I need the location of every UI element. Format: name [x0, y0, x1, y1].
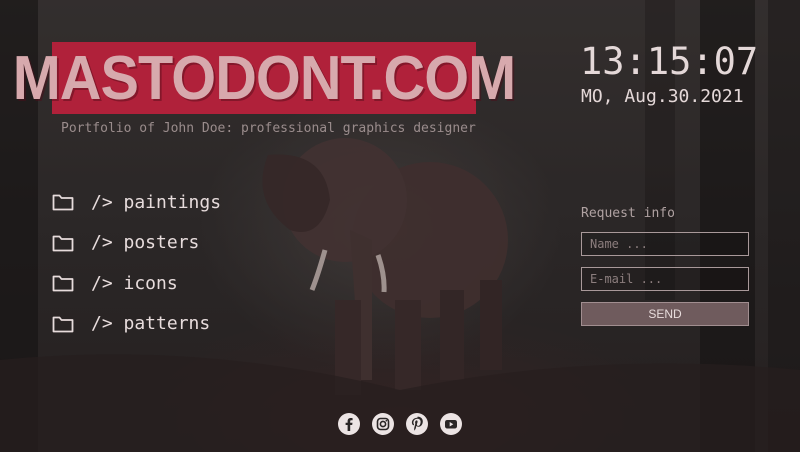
site-subtitle: Portfolio of John Doe: professional grap… — [61, 121, 476, 136]
youtube-icon[interactable] — [440, 413, 462, 435]
category-menu: /> paintings /> posters /> icons /> patt… — [52, 182, 221, 344]
form-title: Request info — [581, 206, 675, 221]
menu-item-icons[interactable]: /> icons — [52, 263, 221, 304]
menu-item-label: /> paintings — [91, 191, 222, 213]
menu-item-label: /> patterns — [91, 313, 211, 335]
menu-item-patterns[interactable]: /> patterns — [52, 304, 221, 345]
instagram-icon[interactable] — [372, 413, 394, 435]
folder-icon — [52, 194, 74, 211]
facebook-icon[interactable] — [338, 413, 360, 435]
name-field[interactable] — [581, 232, 749, 256]
menu-item-label: /> icons — [91, 272, 178, 294]
clock-date: MO, Aug.30.2021 — [581, 86, 744, 107]
social-links — [338, 413, 462, 435]
logo-text: MASTODONT.COM — [12, 43, 517, 113]
menu-item-posters[interactable]: /> posters — [52, 223, 221, 264]
send-button[interactable]: SEND — [581, 302, 749, 326]
email-field[interactable] — [581, 267, 749, 291]
folder-icon — [52, 316, 74, 333]
folder-icon — [52, 235, 74, 252]
menu-item-label: /> posters — [91, 232, 200, 254]
folder-icon — [52, 275, 74, 292]
clock-time: 13:15:07 — [580, 40, 759, 83]
request-info-form: Request info SEND — [581, 206, 749, 326]
menu-item-paintings[interactable]: /> paintings — [52, 182, 221, 223]
site-logo[interactable]: MASTODONT.COM — [12, 42, 517, 114]
pinterest-icon[interactable] — [406, 413, 428, 435]
